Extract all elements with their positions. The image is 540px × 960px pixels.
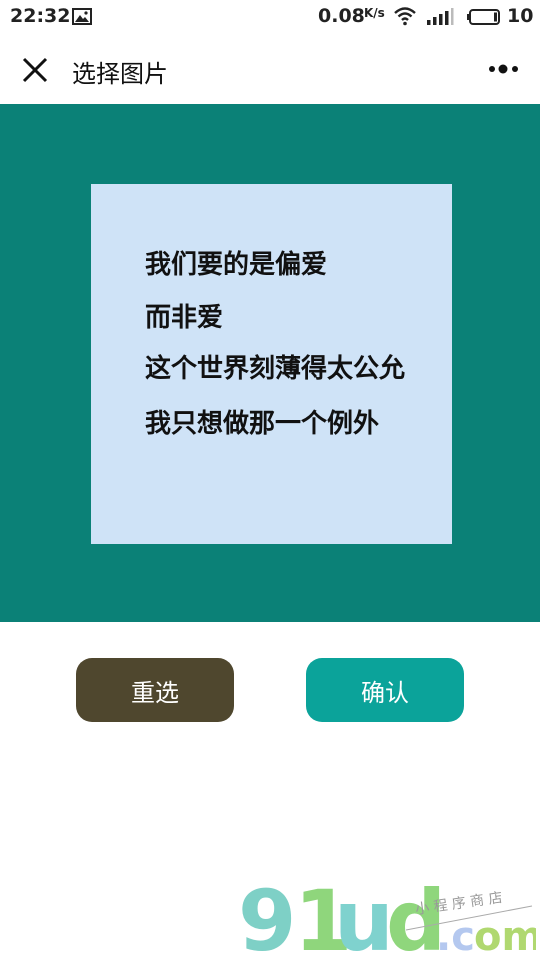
- signal-icon: [427, 8, 454, 25]
- more-dots-icon[interactable]: [484, 56, 524, 82]
- crop-area[interactable]: 我们要的是偏爱 而非爱 这个世界刻薄得太公允 我只想做那一个例外: [0, 104, 540, 622]
- nav-bar: 选择图片: [0, 34, 540, 104]
- svg-text:om: om: [474, 914, 536, 958]
- battery-icon: [467, 9, 500, 25]
- image-text-line-4: 我只想做那一个例外: [145, 409, 380, 439]
- image-text-line-3: 这个世界刻薄得太公允: [145, 354, 406, 384]
- svg-text:u: u: [334, 878, 394, 958]
- image-text-line-2: 而非爱: [145, 303, 224, 333]
- page-title: 选择图片: [72, 60, 168, 88]
- confirm-button[interactable]: 确认: [306, 658, 464, 722]
- selected-image[interactable]: 我们要的是偏爱 而非爱 这个世界刻薄得太公允 我只想做那一个例外: [91, 184, 452, 544]
- network-speed: 0.08: [318, 5, 365, 27]
- image-notification-icon: [72, 8, 92, 25]
- status-time: 22:32: [10, 5, 71, 27]
- network-speed-unit: K/s: [364, 6, 385, 20]
- image-text-line-1: 我们要的是偏爱: [145, 250, 328, 280]
- status-bar: 22:32 0.08 K/s 10: [0, 0, 540, 34]
- battery-level: 10: [507, 5, 534, 27]
- reselect-button[interactable]: 重选: [76, 658, 234, 722]
- wifi-icon: [394, 7, 416, 26]
- close-icon[interactable]: [20, 55, 50, 85]
- svg-text:9: 9: [238, 878, 296, 958]
- watermark-logo: 9 1 u d .c om 小 程 序 商 店: [238, 878, 536, 958]
